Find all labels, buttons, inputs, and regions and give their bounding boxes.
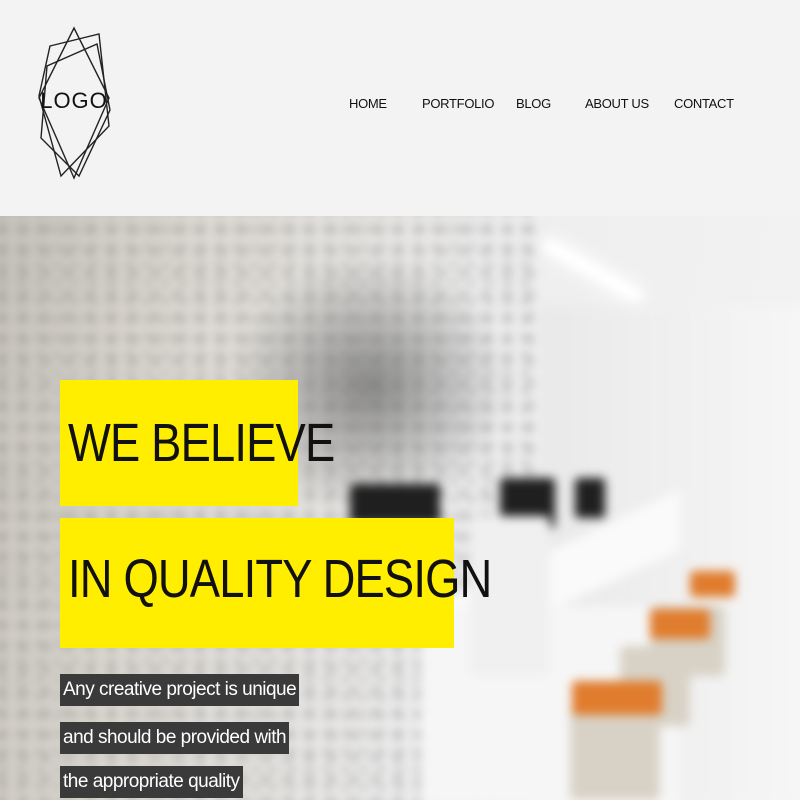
- hero-background-image: [0, 216, 800, 800]
- site-header: LOGO HOME PORTFOLIO BLOG ABOUT US CONTAC…: [0, 0, 800, 216]
- nav-about-us[interactable]: ABOUT US: [585, 96, 649, 111]
- nav-portfolio[interactable]: PORTFOLIO: [422, 96, 494, 111]
- tagline-line-2: and should be provided with: [60, 722, 290, 754]
- headline-line-1-text: WE BELIEVE: [68, 413, 335, 473]
- tagline-line-3: the appropriate quality: [60, 766, 243, 798]
- hero-section: WE BELIEVE IN QUALITY DESIGN Any creativ…: [0, 216, 800, 800]
- logo[interactable]: LOGO: [37, 26, 111, 180]
- nav-contact[interactable]: CONTACT: [674, 96, 734, 111]
- logo-text: LOGO: [40, 88, 108, 113]
- headline-line-1: WE BELIEVE: [60, 380, 335, 506]
- nav-home[interactable]: HOME: [349, 96, 387, 111]
- tagline-line-1: Any creative project is unique: [60, 674, 300, 706]
- page: LOGO HOME PORTFOLIO BLOG ABOUT US CONTAC…: [0, 0, 800, 800]
- headline-line-2: IN QUALITY DESIGN: [60, 518, 492, 648]
- headline-line-2-text: IN QUALITY DESIGN: [68, 549, 492, 609]
- nav-blog[interactable]: BLOG: [516, 96, 551, 111]
